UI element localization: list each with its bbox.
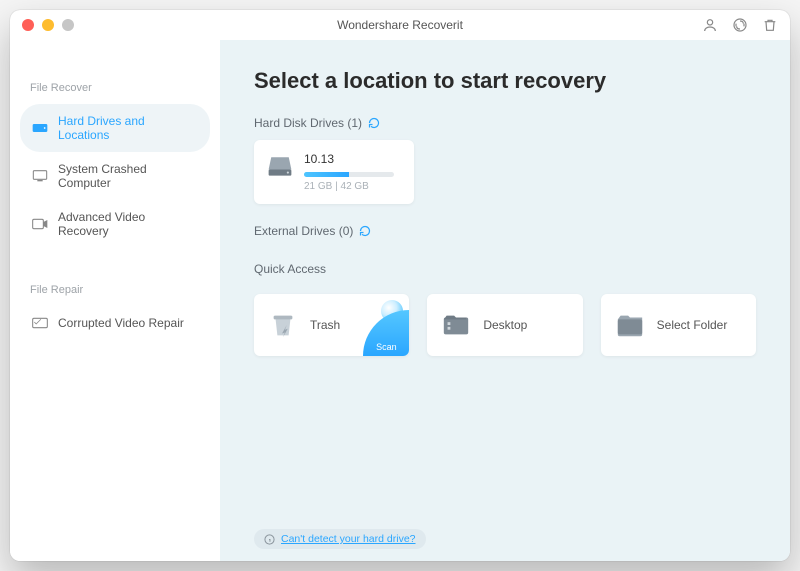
main-panel: Select a location to start recovery Hard… <box>220 40 790 561</box>
hdd-header-label: Hard Disk Drives (1) <box>254 116 362 130</box>
info-icon <box>264 534 275 545</box>
quick-access-row: Trash Scan Desktop Select F <box>254 294 756 356</box>
desktop-folder-icon <box>441 310 471 340</box>
window-title: Wondershare Recoverit <box>10 18 790 32</box>
sidebar-item-label: Hard Drives and Locations <box>58 114 198 142</box>
drive-usage-bar <box>304 172 394 177</box>
drive-info: 10.13 21 GB | 42 GB <box>304 152 402 192</box>
sidebar-section-file-repair: File Repair <box>20 274 210 306</box>
sidebar-item-label: System Crashed Computer <box>58 162 198 190</box>
drive-name: 10.13 <box>304 152 402 166</box>
ext-section-header: External Drives (0) <box>254 224 756 238</box>
qa-card-desktop[interactable]: Desktop <box>427 294 582 356</box>
sidebar-item-label: Corrupted Video Repair <box>58 316 184 330</box>
trash-top-icon[interactable] <box>762 17 778 33</box>
page-title: Select a location to start recovery <box>254 68 756 94</box>
drive-usage-fill <box>304 172 349 177</box>
sidebar-section-file-recover: File Recover <box>20 72 210 104</box>
close-window-button[interactable] <box>22 19 34 31</box>
sidebar-item-advanced-video[interactable]: Advanced Video Recovery <box>20 200 210 248</box>
qa-label: Desktop <box>483 318 527 332</box>
support-icon[interactable] <box>732 17 748 33</box>
minimize-window-button[interactable] <box>42 19 54 31</box>
qa-label: Select Folder <box>657 318 728 332</box>
hdd-section-header: Hard Disk Drives (1) <box>254 116 756 130</box>
maximize-window-button[interactable] <box>62 19 74 31</box>
sidebar-item-hard-drives[interactable]: Hard Drives and Locations <box>20 104 210 152</box>
sidebar-item-label: Advanced Video Recovery <box>58 210 198 238</box>
help-link[interactable]: Can't detect your hard drive? <box>281 533 416 545</box>
sidebar-item-corrupted-video[interactable]: Corrupted Video Repair <box>20 306 210 340</box>
drive-sub: 21 GB | 42 GB <box>304 181 402 192</box>
refresh-hdd-icon[interactable] <box>368 117 380 129</box>
titlebar: Wondershare Recoverit <box>10 10 790 40</box>
scan-label: Scan <box>376 342 397 352</box>
drive-card[interactable]: 10.13 21 GB | 42 GB <box>254 140 414 204</box>
qa-label: Trash <box>310 318 340 332</box>
scan-badge[interactable]: Scan <box>363 310 409 356</box>
hard-drive-icon <box>266 152 294 180</box>
qa-card-select-folder[interactable]: Select Folder <box>601 294 756 356</box>
qa-card-trash[interactable]: Trash Scan <box>254 294 409 356</box>
folder-icon <box>615 310 645 340</box>
top-right-icons <box>702 17 778 33</box>
body: File Recover Hard Drives and Locations S… <box>10 40 790 561</box>
drive-icon <box>32 121 48 135</box>
ext-header-label: External Drives (0) <box>254 224 353 238</box>
help-bar: Can't detect your hard drive? <box>254 529 426 549</box>
traffic-lights <box>22 19 74 31</box>
repair-icon <box>32 316 48 330</box>
trash-icon <box>268 310 298 340</box>
refresh-ext-icon[interactable] <box>359 225 371 237</box>
video-icon <box>32 217 48 231</box>
sidebar-item-system-crashed[interactable]: System Crashed Computer <box>20 152 210 200</box>
app-window: Wondershare Recoverit File Recover Hard … <box>10 10 790 561</box>
monitor-icon <box>32 169 48 183</box>
sidebar: File Recover Hard Drives and Locations S… <box>10 40 220 561</box>
account-icon[interactable] <box>702 17 718 33</box>
quick-access-header: Quick Access <box>254 262 756 276</box>
